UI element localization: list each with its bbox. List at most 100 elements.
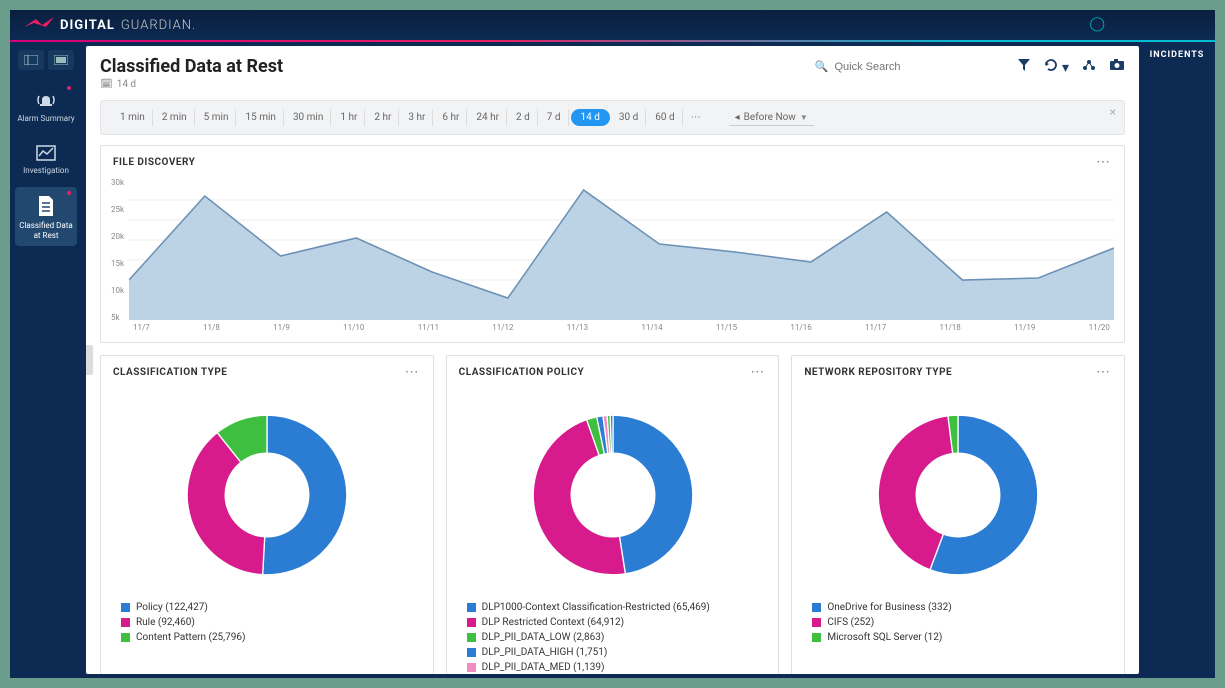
body-row: Alarm Summary Investigation Classified D… (10, 42, 1215, 678)
time-range-option[interactable]: 3 hr (401, 109, 433, 126)
time-range-option[interactable]: 1 min (113, 109, 153, 126)
legend-swatch (812, 603, 821, 612)
sidebar-item-alarm-summary[interactable]: Alarm Summary (15, 82, 77, 130)
brand-name-thin: GUARDIAN. (121, 18, 196, 33)
time-range-option[interactable]: 6 hr (435, 109, 467, 126)
view-toggle-left[interactable] (18, 50, 44, 70)
legend-swatch (812, 633, 821, 642)
legend-label: DLP1000-Context Classification-Restricte… (482, 602, 710, 613)
page-title: Classified Data at Rest (100, 56, 283, 77)
time-range-option[interactable]: 30 min (286, 109, 331, 126)
close-icon[interactable]: × (1110, 105, 1116, 119)
range-indicator: 14 d (117, 79, 136, 90)
quick-search[interactable]: 🔍 (807, 56, 1003, 77)
notification-dot-icon (67, 191, 71, 195)
panel-classification-policy: CLASSIFICATION POLICY ⋯ DLP1000-Context … (446, 355, 780, 674)
file-discovery-chart: 30k25k20k15k10k5k 11/711/811/911/1011/11… (101, 174, 1124, 342)
legend-swatch (121, 618, 130, 627)
page-header: Classified Data at Rest 🗓 14 d 🔍 (86, 46, 1139, 96)
panel-network-repo-type: NETWORK REPOSITORY TYPE ⋯ OneDrive for B… (791, 355, 1125, 674)
legend-item[interactable]: DLP_PII_DATA_LOW (2,863) (467, 630, 759, 645)
legend-swatch (121, 633, 130, 642)
document-icon (36, 195, 56, 217)
time-range-option[interactable]: 7 d (540, 109, 569, 126)
legend-item[interactable]: Content Pattern (25,796) (121, 630, 413, 645)
legend-swatch (467, 618, 476, 627)
legend-item[interactable]: OneDrive for Business (332) (812, 600, 1104, 615)
y-axis-labels: 30k25k20k15k10k5k (111, 178, 124, 322)
legend-label: DLP_PII_DATA_HIGH (1,751) (482, 647, 608, 658)
search-icon: 🔍 (815, 60, 829, 73)
app-header: DIGITAL GUARDIAN. ◯ (10, 10, 1215, 42)
time-range-option[interactable]: 1 hr (333, 109, 365, 126)
legend-item[interactable]: CIFS (252) (812, 615, 1104, 630)
legend-swatch (467, 633, 476, 642)
sidebar-item-label: Classified Data at Rest (19, 221, 72, 240)
legend-swatch (467, 603, 476, 612)
alarm-icon (35, 90, 57, 110)
time-range-option[interactable]: 2 min (155, 109, 195, 126)
chart-legend: OneDrive for Business (332) CIFS (252)Mic… (802, 596, 1114, 653)
time-range-option[interactable]: 30 d (612, 109, 646, 126)
page-subtitle: 🗓 14 d (100, 79, 283, 90)
panel-menu-icon[interactable]: ⋯ (1096, 154, 1112, 170)
panel-file-discovery: FILE DISCOVERY ⋯ 30k25k20k15k10k5k 11/71… (100, 145, 1125, 343)
legend-label: Content Pattern (25,796) (136, 632, 246, 643)
legend-swatch (121, 603, 130, 612)
share-icon[interactable] (1081, 59, 1097, 75)
before-now-dropdown[interactable]: ◂Before Now▼ (729, 110, 814, 126)
legend-label: Policy (122,427) (136, 602, 208, 613)
brand-name-strong: DIGITAL (60, 18, 115, 33)
sidebar-item-classified-data[interactable]: Classified Data at Rest (15, 187, 77, 246)
view-toggle-right[interactable] (48, 50, 74, 70)
time-range-option[interactable]: 5 min (197, 109, 237, 126)
legend-item[interactable]: DLP Restricted Context (64,912) (467, 615, 759, 630)
donut-chart (863, 400, 1053, 590)
legend-item[interactable]: DLP_PII_DATA_HIGH (1,751) (467, 645, 759, 660)
legend-item[interactable]: Microsoft SQL Server (12) (812, 630, 1104, 645)
legend-item[interactable]: DLP1000-Context Classification-Restricte… (467, 600, 759, 615)
content-scroll[interactable]: FILE DISCOVERY ⋯ 30k25k20k15k10k5k 11/71… (86, 145, 1139, 674)
legend-item[interactable]: Policy (122,427) (121, 600, 413, 615)
panel-menu-icon[interactable]: ⋯ (1096, 364, 1112, 380)
time-range-option[interactable]: 24 hr (469, 109, 507, 126)
notification-dot-icon (67, 86, 71, 90)
logo-wing-icon (24, 16, 54, 35)
filter-icon[interactable] (1017, 58, 1031, 76)
time-range-bar: 1 min2 min5 min15 min30 min1 hr2 hr3 hr6… (100, 100, 1125, 135)
x-axis-labels: 11/711/811/911/1011/1111/1211/1311/1411/… (129, 323, 1114, 332)
panel-title: NETWORK REPOSITORY TYPE (804, 367, 952, 378)
panel-classification-type: CLASSIFICATION TYPE ⋯ Policy (122,427)Ru… (100, 355, 434, 674)
area-chart-svg (129, 180, 1114, 320)
time-range-more-icon[interactable]: ⋯ (685, 112, 707, 123)
legend-label: DLP Restricted Context (64,912) (482, 617, 624, 628)
header-decor-icon: ◯ (1089, 16, 1105, 32)
sidebar-view-toggle (18, 50, 74, 70)
panel-drag-handle[interactable] (86, 345, 93, 375)
brand-logo: DIGITAL GUARDIAN. (24, 16, 196, 35)
time-range-option[interactable]: 60 d (648, 109, 682, 126)
time-range-option[interactable]: 2 d (509, 109, 538, 126)
sidebar: Alarm Summary Investigation Classified D… (10, 42, 82, 678)
panel-menu-icon[interactable]: ⋯ (405, 364, 421, 380)
legend-item[interactable]: Rule (92,460) (121, 615, 413, 630)
legend-swatch (467, 648, 476, 657)
investigation-icon (35, 144, 57, 162)
chart-legend: Policy (122,427) Rule (92,460) Content Pat… (111, 596, 423, 653)
search-input[interactable] (835, 61, 995, 73)
time-range-option[interactable]: 15 min (238, 109, 283, 126)
incidents-tab[interactable]: INCIDENTS (1139, 42, 1215, 68)
time-range-option[interactable]: 2 hr (367, 109, 399, 126)
sidebar-item-label: Alarm Summary (17, 114, 74, 123)
legend-item[interactable]: DLP_PII_DATA_MED (1,139) (467, 660, 759, 674)
refresh-icon[interactable]: ▾ (1043, 58, 1070, 76)
sidebar-item-investigation[interactable]: Investigation (15, 136, 77, 182)
legend-label: Rule (92,460) (136, 617, 195, 628)
camera-icon[interactable] (1109, 59, 1125, 75)
toolbar-icons: ▾ (1017, 58, 1126, 76)
donut-row: CLASSIFICATION TYPE ⋯ Policy (122,427)Ru… (100, 355, 1125, 674)
panel-menu-icon[interactable]: ⋯ (750, 364, 766, 380)
time-range-option[interactable]: 14 d (571, 109, 610, 126)
legend-label: DLP_PII_DATA_LOW (2,863) (482, 632, 605, 643)
legend-label: OneDrive for Business (332) (827, 602, 951, 613)
